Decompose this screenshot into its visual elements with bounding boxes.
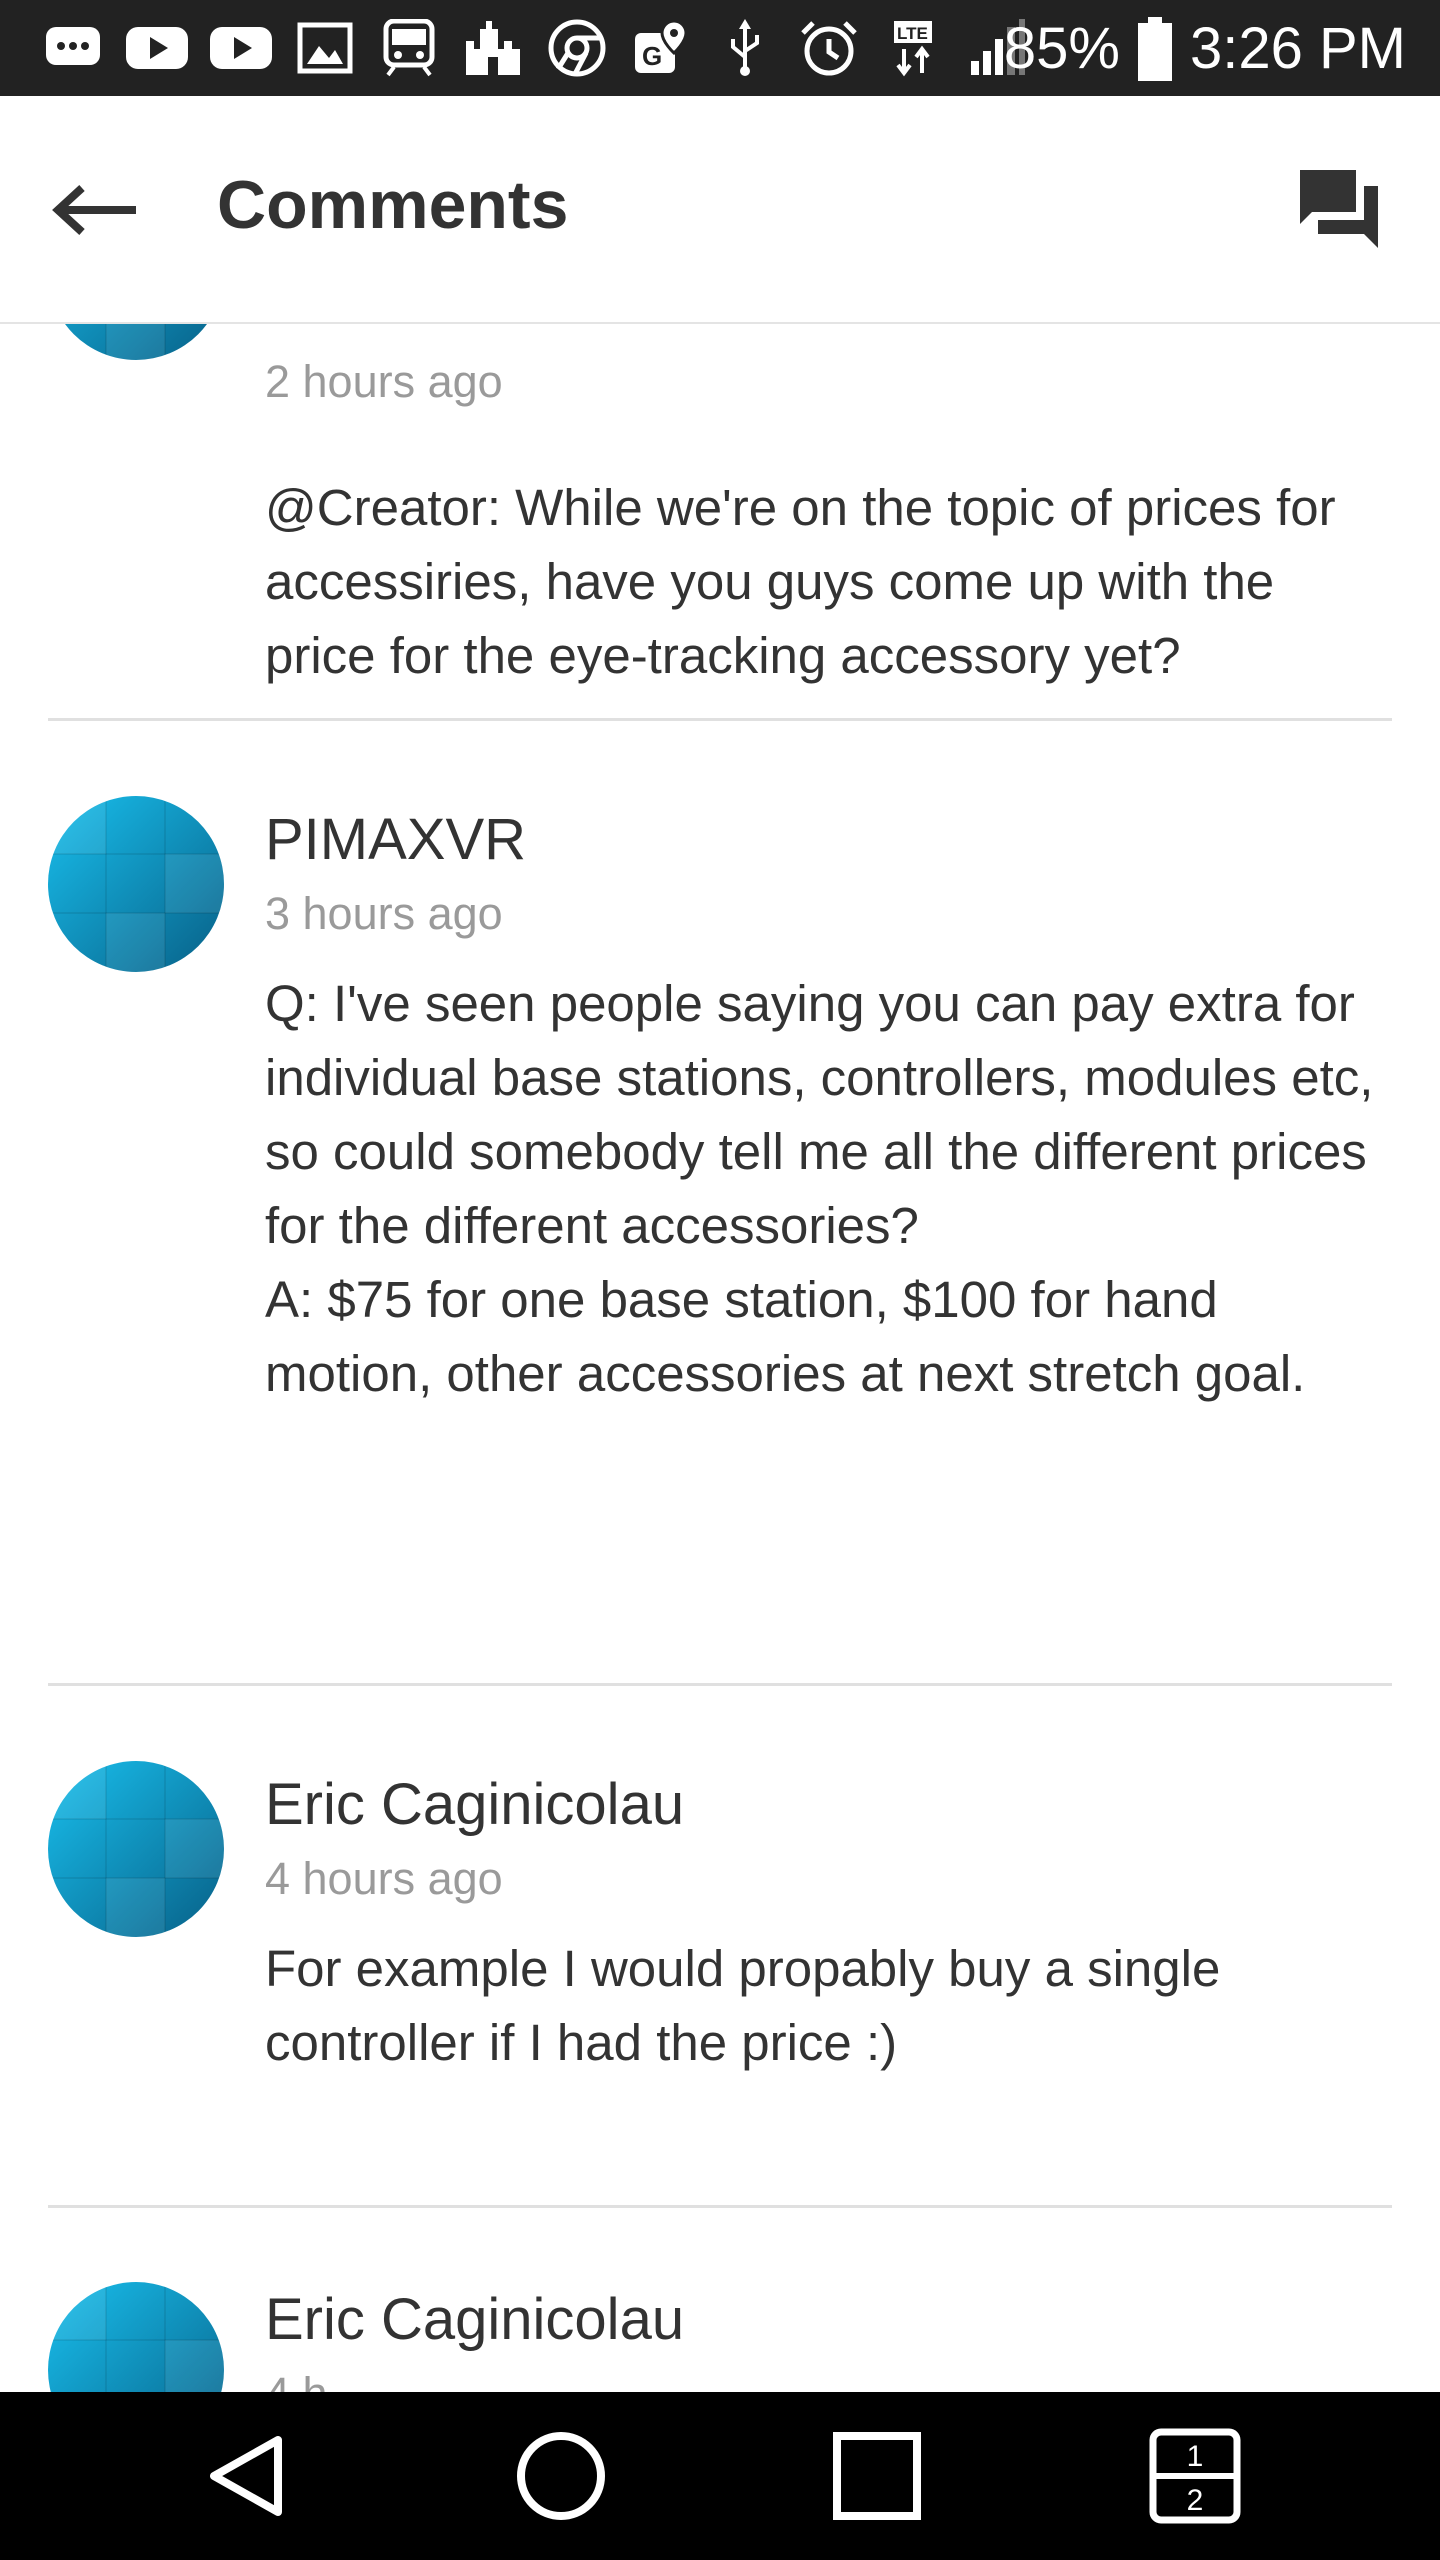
comment-body: @Creator: While we're on the topic of pr… <box>265 479 1336 684</box>
notification-icons: G LTE <box>42 17 1028 79</box>
comment-time: 4 hours ago <box>265 1853 503 1904</box>
castle-icon <box>462 17 524 79</box>
recents-square-icon <box>833 2432 921 2520</box>
divider <box>48 1683 1392 1686</box>
comment-item: Eric Caginicolau 4 h <box>0 2282 1440 2392</box>
lte-icon: LTE <box>882 17 944 79</box>
usb-icon <box>714 17 776 79</box>
maps-icon: G <box>630 17 692 79</box>
comment-author[interactable]: Eric Caginicolau <box>265 2286 684 2353</box>
comment-item: PIMAXVR 3 hours ago Q: I've seen people … <box>0 796 1440 1402</box>
transit-icon <box>378 17 440 79</box>
comment-time: 2 hours ago <box>265 356 503 407</box>
gallery-icon <box>294 17 356 79</box>
comment-item: Eric Caginicolau 4 hours ago For example… <box>0 1761 1440 2161</box>
comment-time: 4 h <box>265 2368 328 2392</box>
comments-list[interactable]: 2 hours ago @Creator: While we're on the… <box>0 324 1440 2392</box>
battery-icon <box>1138 17 1172 81</box>
dual-window-bottom-label: 2 <box>1187 2484 1204 2517</box>
battery-percent: 85% <box>1003 15 1120 81</box>
youtube-icon <box>210 17 272 79</box>
back-nav-button[interactable] <box>196 2426 296 2526</box>
comments-button[interactable] <box>1296 166 1382 252</box>
divider <box>48 2205 1392 2208</box>
lte-label: LTE <box>897 24 928 43</box>
comment-author[interactable]: Eric Caginicolau <box>265 1771 684 1838</box>
youtube-icon <box>126 17 188 79</box>
dual-window-icon: 12 <box>1149 2428 1241 2524</box>
avatar[interactable] <box>48 2282 224 2392</box>
alarm-icon <box>798 17 860 79</box>
avatar[interactable] <box>48 324 224 360</box>
chrome-icon <box>546 17 608 79</box>
dual-window-button[interactable]: 12 <box>1145 2426 1245 2526</box>
messaging-icon <box>42 17 104 79</box>
home-circle-icon <box>517 2432 605 2520</box>
comment-time: 3 hours ago <box>265 888 503 939</box>
back-arrow-icon <box>52 185 136 235</box>
status-bar: G LTE 85% 3:26 PM <box>0 0 1440 96</box>
avatar[interactable] <box>48 1761 224 1937</box>
forum-icon <box>1300 170 1378 248</box>
back-triangle-icon <box>210 2436 282 2516</box>
divider <box>48 718 1392 721</box>
dual-window-top-label: 1 <box>1187 2440 1204 2473</box>
back-button[interactable] <box>48 174 142 246</box>
page-title: Comments <box>217 167 569 243</box>
comment-author[interactable]: PIMAXVR <box>265 806 526 873</box>
app-bar: Comments <box>0 96 1440 324</box>
clock: 3:26 PM <box>1190 15 1406 81</box>
avatar[interactable] <box>48 796 224 972</box>
svg-text:G: G <box>642 41 662 71</box>
comment-body: Q: I've seen people saying you can pay e… <box>265 975 1374 1402</box>
recents-nav-button[interactable] <box>827 2426 927 2526</box>
comment-body: For example I would propably buy a singl… <box>265 1940 1221 2071</box>
home-nav-button[interactable] <box>511 2426 611 2526</box>
navigation-bar: 12 <box>0 2392 1440 2560</box>
